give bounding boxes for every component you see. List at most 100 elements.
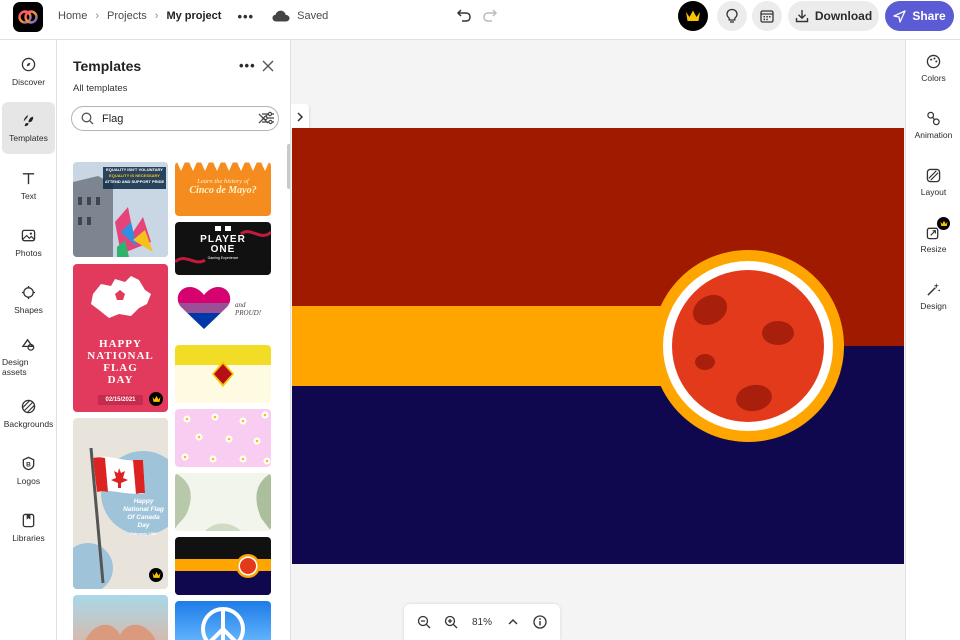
animation-icon xyxy=(927,111,940,125)
canada-map-icon xyxy=(91,276,151,318)
collapse-panel-button[interactable] xyxy=(291,104,309,130)
magic-wand-icon xyxy=(927,282,940,296)
template-tile-peace[interactable] xyxy=(175,601,271,640)
rail-item-backgrounds[interactable]: Backgrounds xyxy=(2,388,55,440)
templates-panel: Templates ••• All templates EQUALITY ISN… xyxy=(57,40,291,640)
rail-label: Discover xyxy=(11,77,46,87)
ideas-button[interactable] xyxy=(717,1,747,31)
leaves-frame-icon xyxy=(175,473,271,531)
template-tile-equality[interactable]: EQUALITY ISN'T VOLUNTARY EQUALITY IS NEC… xyxy=(73,162,168,257)
more-options-icon[interactable]: ••• xyxy=(237,9,254,24)
search-input[interactable] xyxy=(102,112,232,125)
rail-item-design[interactable]: Design xyxy=(906,272,960,320)
compass-icon xyxy=(21,57,36,72)
share-label: Share xyxy=(912,9,946,23)
breadcrumb-projects[interactable]: Projects xyxy=(107,10,147,22)
download-label: Download xyxy=(814,9,873,23)
rail-item-layout[interactable]: Layout xyxy=(906,158,960,206)
schedule-button[interactable] xyxy=(752,1,782,31)
chevron-right-icon: › xyxy=(95,10,100,22)
template-tile-canada[interactable]: Happy National Flag Of Canada Day Februa… xyxy=(73,418,168,589)
rail-item-resize[interactable]: Resize xyxy=(906,215,960,263)
backgrounds-icon xyxy=(21,399,36,414)
top-bar: Home › Projects › My project ••• Saved D… xyxy=(0,0,960,40)
rail-item-photos[interactable]: Photos xyxy=(2,217,55,269)
close-icon[interactable] xyxy=(262,60,274,72)
more-options-icon[interactable]: ••• xyxy=(239,58,256,73)
breadcrumb: Home › Projects › My project ••• Saved xyxy=(58,0,328,32)
rail-item-discover[interactable]: Discover xyxy=(2,46,55,98)
template-tile-hands[interactable] xyxy=(73,595,168,640)
daisy-pattern-icon xyxy=(181,411,271,465)
send-icon xyxy=(893,9,906,23)
template-tile-cinco[interactable]: Learn the history of Cinco de Mayo? xyxy=(175,162,271,216)
template-player-line2: ONE xyxy=(210,244,236,255)
template-tile-diamond-flag[interactable] xyxy=(175,345,271,403)
panel-scrollbar[interactable] xyxy=(287,144,290,189)
template-cinco-line2: Cinco de Mayo? xyxy=(189,185,257,196)
rail-label: Animation xyxy=(914,129,953,140)
undo-icon[interactable] xyxy=(456,7,472,23)
shapes-icon xyxy=(21,285,36,300)
project-name[interactable]: My project xyxy=(166,10,221,22)
left-rail: Discover Templates Text Photos Shapes De… xyxy=(0,40,57,640)
template-tile-leaves[interactable] xyxy=(175,473,271,531)
premium-badge xyxy=(149,568,163,582)
rail-label: Text xyxy=(20,191,37,201)
rail-item-text[interactable]: Text xyxy=(2,160,55,212)
zoom-in-icon[interactable] xyxy=(444,615,458,629)
design-assets-icon xyxy=(21,338,35,351)
rail-item-design-assets[interactable]: Design assets xyxy=(2,331,55,383)
chevron-up-icon[interactable] xyxy=(506,615,520,629)
flag-design-graphic xyxy=(292,128,904,564)
template-tile-flag-day[interactable]: HAPPY NATIONAL FLAG DAY 02/15/2021 xyxy=(73,264,168,412)
design-canvas[interactable] xyxy=(292,128,904,564)
chevron-right-icon xyxy=(297,112,304,122)
zoom-level[interactable]: 81% xyxy=(472,617,492,628)
rail-item-animation[interactable]: Animation xyxy=(906,101,960,149)
rail-label: Logos xyxy=(16,476,41,486)
template-canada-line3: Of Canada Day xyxy=(127,514,160,529)
download-button[interactable]: Download xyxy=(788,1,879,31)
template-tile-mini-flag[interactable] xyxy=(175,537,271,595)
filter-icon[interactable] xyxy=(261,111,275,125)
template-canada-line1: Happy xyxy=(133,498,154,505)
rail-label: Layout xyxy=(920,186,947,197)
template-tile-proud[interactable]: and PROUD! xyxy=(175,281,271,338)
template-canada-line2: National Flag xyxy=(123,506,164,513)
premium-button[interactable] xyxy=(678,1,708,31)
rail-item-libraries[interactable]: Libraries xyxy=(2,502,55,554)
zoom-out-icon[interactable] xyxy=(417,615,431,629)
palette-icon xyxy=(926,54,941,68)
template-proud-text: and PROUD! xyxy=(235,301,262,317)
rail-label: Photos xyxy=(15,248,42,258)
save-status: Saved xyxy=(297,10,329,22)
premium-badge xyxy=(149,392,163,406)
peace-sign-icon xyxy=(201,607,245,640)
search-icon xyxy=(81,112,94,125)
zoom-bar: 81% xyxy=(404,604,560,640)
breadcrumb-home[interactable]: Home xyxy=(58,10,87,22)
rail-label: Design assets xyxy=(2,357,29,377)
panel-title: Templates xyxy=(73,58,142,74)
rail-item-logos[interactable]: B Logos xyxy=(2,445,55,497)
rail-label: Libraries xyxy=(12,533,45,543)
rail-label: Templates xyxy=(9,133,48,143)
app-logo[interactable] xyxy=(13,2,43,32)
logo-icon: B xyxy=(22,456,35,471)
mini-flag-graphic xyxy=(175,554,271,595)
info-icon[interactable] xyxy=(533,615,547,629)
cloud-saved-icon xyxy=(272,10,290,22)
rail-item-colors[interactable]: Colors xyxy=(906,44,960,92)
rail-item-templates[interactable]: Templates xyxy=(2,102,55,154)
crown-icon xyxy=(152,395,160,402)
rail-item-shapes[interactable]: Shapes xyxy=(2,274,55,326)
redo-icon[interactable] xyxy=(482,7,498,23)
template-tile-daisies[interactable] xyxy=(175,409,271,467)
share-button[interactable]: Share xyxy=(885,1,954,31)
template-flag-day-date: 02/15/2021 xyxy=(98,395,143,405)
template-cinco-line1: Learn the history of xyxy=(197,178,249,185)
template-tile-player-one[interactable]: PLAYER ONE Gaming Experience xyxy=(175,222,271,275)
rail-label: Colors xyxy=(921,72,946,83)
crown-icon xyxy=(152,571,160,578)
